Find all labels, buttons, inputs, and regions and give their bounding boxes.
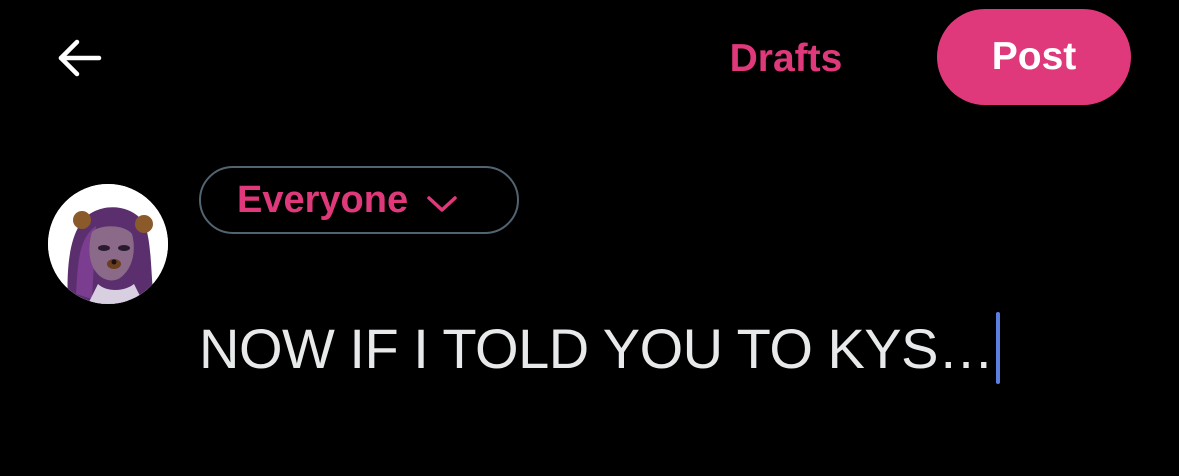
avatar-image xyxy=(48,184,168,304)
compose-text-input[interactable]: NOW IF I TOLD YOU TO KYS… xyxy=(199,312,1000,384)
audience-selector[interactable]: Everyone xyxy=(199,166,519,234)
audience-label: Everyone xyxy=(237,178,409,221)
chevron-down-icon xyxy=(426,194,458,214)
back-button[interactable] xyxy=(52,36,106,84)
text-caret xyxy=(995,312,1000,384)
compose-text: NOW IF I TOLD YOU TO KYS… xyxy=(199,316,994,380)
post-button[interactable]: Post xyxy=(937,9,1131,105)
avatar[interactable] xyxy=(48,184,168,304)
arrow-left-icon xyxy=(55,38,103,83)
drafts-button[interactable]: Drafts xyxy=(705,30,867,88)
